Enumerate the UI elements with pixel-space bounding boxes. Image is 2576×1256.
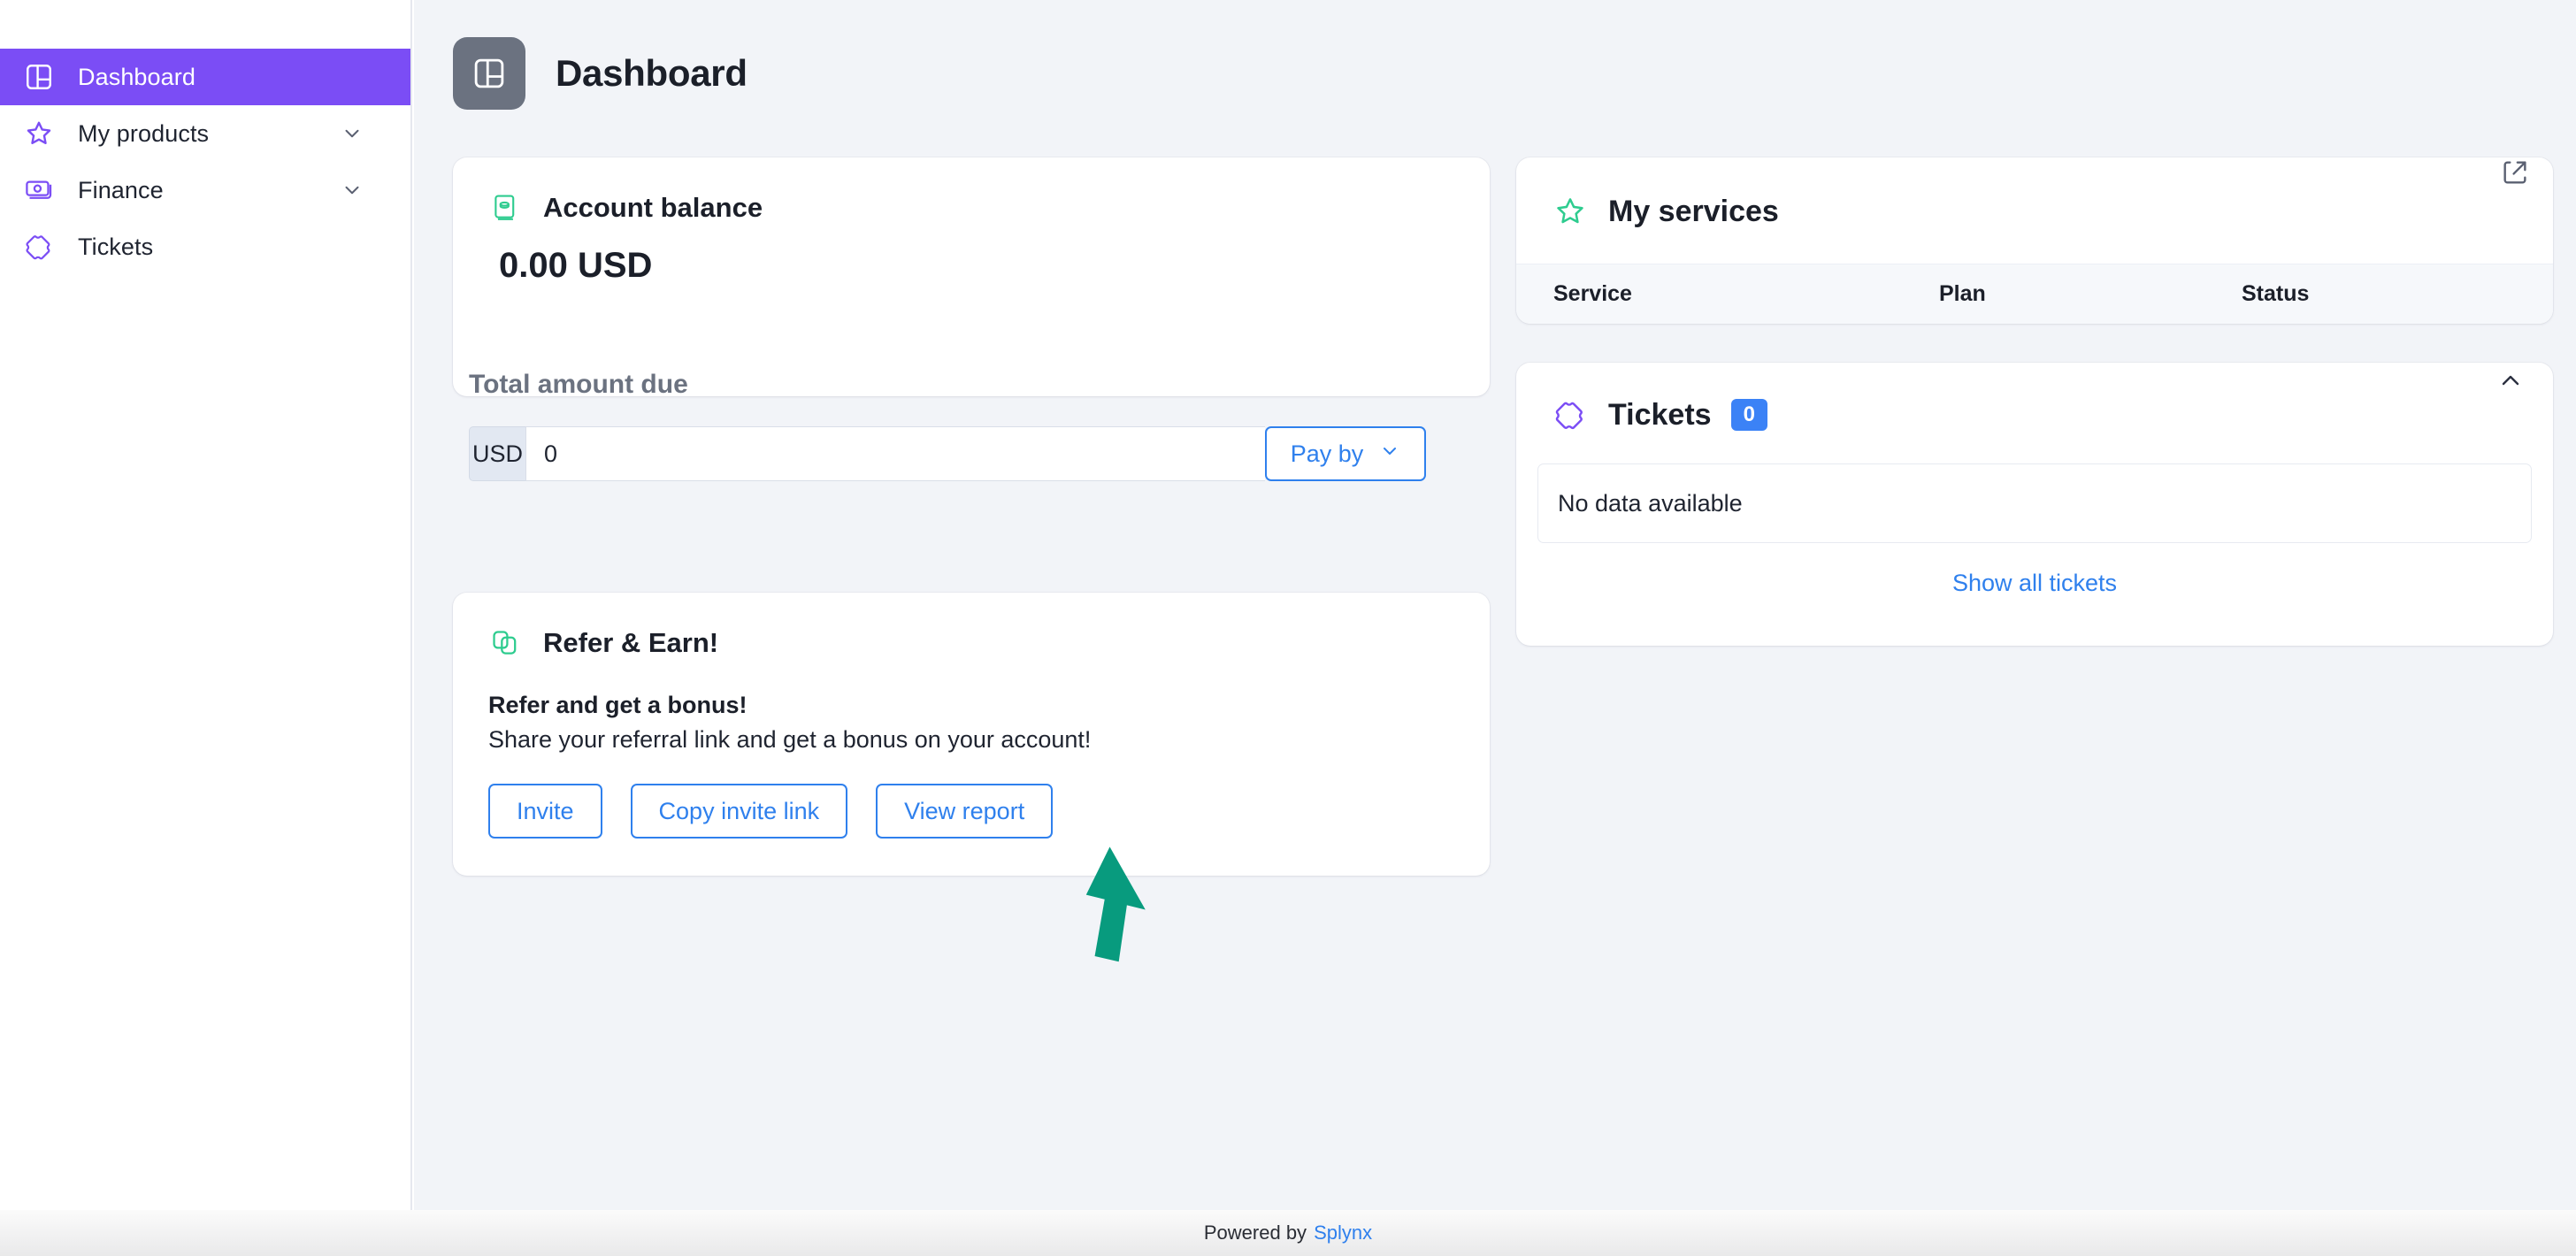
chevron-down-icon[interactable] bbox=[340, 121, 364, 146]
column-header-status: Status bbox=[2242, 281, 2310, 306]
banknote-icon bbox=[19, 171, 58, 210]
footer-powered-by: Powered by bbox=[1203, 1222, 1307, 1244]
ticket-icon bbox=[1552, 396, 1589, 433]
tickets-count-badge: 0 bbox=[1730, 399, 1767, 431]
sidebar-item-label: My products bbox=[78, 119, 210, 147]
page-header: Dashboard bbox=[453, 37, 748, 110]
chevron-down-icon[interactable] bbox=[340, 178, 364, 203]
my-services-title: My services bbox=[1608, 194, 1779, 228]
total-amount-due-block: Total amount due USD Pay by bbox=[453, 370, 1490, 481]
main-content: Dashboard Account balance 0.00 USD Total… bbox=[414, 0, 2576, 1210]
sidebar-item-label: Dashboard bbox=[78, 63, 196, 90]
currency-prefix: USD bbox=[469, 426, 525, 481]
star-icon bbox=[1552, 193, 1589, 230]
sidebar-item-tickets[interactable]: Tickets bbox=[0, 218, 410, 275]
star-icon bbox=[19, 114, 58, 153]
refer-buttons: Invite Copy invite link View report bbox=[488, 784, 1490, 839]
sidebar: Dashboard My products Finance Tickets bbox=[0, 0, 412, 1210]
pay-by-label: Pay by bbox=[1290, 440, 1364, 467]
tickets-card: Tickets 0 No data available Show all tic… bbox=[1516, 363, 2553, 646]
footer-brand-link[interactable]: Splynx bbox=[1314, 1222, 1372, 1245]
my-services-table-header: Service Plan Status bbox=[1516, 264, 2553, 324]
sidebar-item-dashboard[interactable]: Dashboard bbox=[0, 49, 410, 105]
dashboard-grid-icon bbox=[19, 57, 58, 96]
money-stack-icon bbox=[488, 191, 522, 225]
account-balance-header: Account balance bbox=[453, 157, 1490, 225]
show-all-tickets-link[interactable]: Show all tickets bbox=[1516, 570, 2553, 597]
invite-button[interactable]: Invite bbox=[488, 784, 602, 839]
tickets-header: Tickets 0 bbox=[1516, 363, 2553, 433]
chevron-up-icon[interactable] bbox=[2493, 363, 2528, 398]
sidebar-item-finance[interactable]: Finance bbox=[0, 162, 410, 218]
copy-invite-link-button[interactable]: Copy invite link bbox=[630, 784, 848, 839]
chevron-down-icon bbox=[1379, 440, 1400, 468]
tickets-empty-state: No data available bbox=[1537, 463, 2532, 543]
refer-header: Refer & Earn! bbox=[453, 593, 1490, 660]
account-balance-card: Account balance 0.00 USD bbox=[453, 157, 1490, 396]
my-services-card: My services Service Plan Status bbox=[1516, 157, 2553, 324]
column-header-service: Service bbox=[1553, 281, 1632, 306]
column-header-plan: Plan bbox=[1939, 281, 1986, 306]
refer-description: Share your referral link and get a bonus… bbox=[488, 726, 1092, 753]
tickets-title: Tickets bbox=[1608, 397, 1712, 432]
total-amount-due-label: Total amount due bbox=[469, 370, 688, 399]
refer-and-earn-card: Refer & Earn! Refer and get a bonus! Sha… bbox=[453, 593, 1490, 876]
account-balance-value: 0.00 USD bbox=[499, 246, 653, 285]
refer-subtitle: Refer and get a bonus! bbox=[488, 692, 748, 718]
page-title: Dashboard bbox=[556, 52, 748, 94]
sidebar-item-label: Tickets bbox=[78, 233, 154, 260]
sidebar-item-label: Finance bbox=[78, 176, 164, 203]
footer: Powered by Splynx bbox=[0, 1210, 2576, 1256]
dashboard-grid-icon bbox=[453, 37, 525, 110]
external-link-icon[interactable] bbox=[2496, 157, 2534, 191]
refer-title: Refer & Earn! bbox=[543, 627, 719, 658]
copy-link-icon bbox=[488, 626, 522, 660]
view-report-button[interactable]: View report bbox=[876, 784, 1054, 839]
payment-input-row: USD Pay by bbox=[469, 426, 1426, 481]
amount-input[interactable] bbox=[525, 426, 1265, 481]
app-root: Dashboard My products Finance Tickets Da… bbox=[0, 0, 2576, 1256]
pay-by-button[interactable]: Pay by bbox=[1265, 426, 1426, 481]
ticket-icon bbox=[19, 227, 58, 266]
my-services-header: My services bbox=[1516, 157, 2553, 230]
sidebar-item-my-products[interactable]: My products bbox=[0, 105, 410, 162]
account-balance-title: Account balance bbox=[543, 192, 763, 223]
